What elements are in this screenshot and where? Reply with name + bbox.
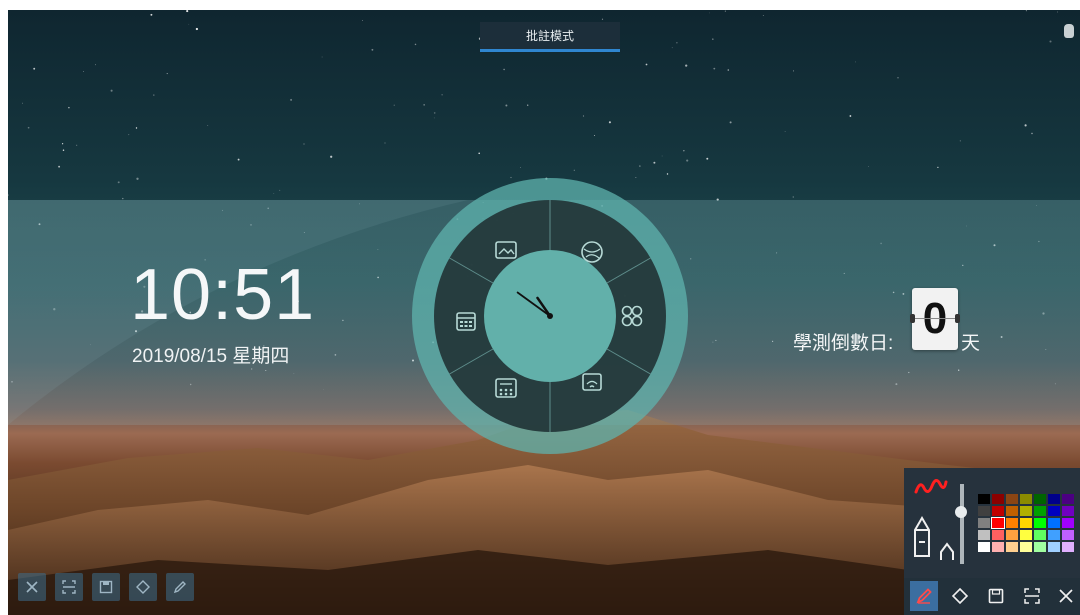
stroke-preview <box>914 479 948 494</box>
color-swatch[interactable] <box>1062 530 1074 540</box>
color-swatch[interactable] <box>1048 494 1060 504</box>
color-swatch[interactable] <box>1062 518 1074 528</box>
stroke-width-slider-knob[interactable] <box>955 506 967 518</box>
close-button[interactable] <box>1052 581 1080 611</box>
color-swatch[interactable] <box>1020 494 1032 504</box>
radial-launcher <box>412 178 688 454</box>
color-swatch[interactable] <box>1034 542 1046 552</box>
annotation-toolbar <box>904 578 1080 615</box>
bl-eraser-button[interactable] <box>129 573 157 601</box>
color-swatch[interactable] <box>1048 542 1060 552</box>
save-button[interactable] <box>982 581 1010 611</box>
annotation-mode-label: 批註模式 <box>525 29 574 43</box>
annotation-mode-tab[interactable]: 批註模式 <box>480 22 620 52</box>
pen-button[interactable] <box>910 581 938 611</box>
region-select-button[interactable] <box>1018 581 1046 611</box>
color-swatch[interactable] <box>1006 506 1018 516</box>
color-swatch[interactable] <box>1006 518 1018 528</box>
pen-settings-panel <box>904 468 1080 578</box>
countdown-flip-card: 0 <box>910 288 960 350</box>
bl-pen-button[interactable] <box>166 573 194 601</box>
color-swatch[interactable] <box>992 506 1004 516</box>
color-swatch[interactable] <box>1020 530 1032 540</box>
color-swatch[interactable] <box>1048 518 1060 528</box>
color-swatch[interactable] <box>978 542 990 552</box>
close-icon <box>1059 589 1073 603</box>
bl-save-button[interactable] <box>92 573 120 601</box>
color-swatch[interactable] <box>978 518 990 528</box>
color-swatch[interactable] <box>1006 494 1018 504</box>
eraser-button[interactable] <box>946 581 974 611</box>
region-select-icon <box>62 580 76 594</box>
eraser-icon <box>951 587 969 605</box>
stroke-width-slider[interactable] <box>960 484 964 564</box>
color-swatch[interactable] <box>1062 542 1074 552</box>
pencil-tool-icon[interactable] <box>912 516 932 560</box>
color-swatch[interactable] <box>1020 506 1032 516</box>
color-swatch[interactable] <box>991 517 1005 529</box>
color-swatch[interactable] <box>1020 542 1032 552</box>
color-swatch[interactable] <box>1006 530 1018 540</box>
pen-icon <box>173 581 186 594</box>
countdown-label: 學測倒數日: <box>793 333 894 354</box>
color-swatch[interactable] <box>1048 530 1060 540</box>
digital-clock-date: 2019/08/15 星期四 <box>132 346 290 367</box>
color-swatch[interactable] <box>1034 506 1046 516</box>
brush-tool-icon[interactable] <box>938 540 956 562</box>
countdown-value: 0 <box>922 294 948 343</box>
save-icon <box>988 588 1004 604</box>
region-select-icon <box>1024 588 1040 604</box>
color-swatch[interactable] <box>1034 518 1046 528</box>
color-swatch[interactable] <box>992 494 1004 504</box>
color-swatch[interactable] <box>1020 518 1032 528</box>
save-icon <box>99 580 113 594</box>
color-swatch[interactable] <box>1062 494 1074 504</box>
color-swatch[interactable] <box>1034 530 1046 540</box>
countdown-unit: 天 <box>961 333 981 354</box>
pen-icon <box>916 588 932 604</box>
color-swatch[interactable] <box>978 494 990 504</box>
color-swatch[interactable] <box>1006 542 1018 552</box>
color-swatch[interactable] <box>1062 506 1074 516</box>
color-swatch[interactable] <box>1034 494 1046 504</box>
mouse-icon[interactable] <box>1064 24 1074 38</box>
close-icon <box>26 581 38 593</box>
color-swatch[interactable] <box>992 530 1004 540</box>
bl-region-button[interactable] <box>55 573 83 601</box>
color-swatch[interactable] <box>978 506 990 516</box>
color-swatch[interactable] <box>978 530 990 540</box>
color-swatch[interactable] <box>992 542 1004 552</box>
desktop-screen: 批註模式 10:51 2019/08/15 星期四 學測倒數日: 0 天 <box>8 10 1080 615</box>
digital-clock-time: 10:51 <box>130 255 316 335</box>
color-swatch[interactable] <box>1048 506 1060 516</box>
bl-close-button[interactable] <box>18 573 46 601</box>
eraser-icon <box>136 580 150 594</box>
